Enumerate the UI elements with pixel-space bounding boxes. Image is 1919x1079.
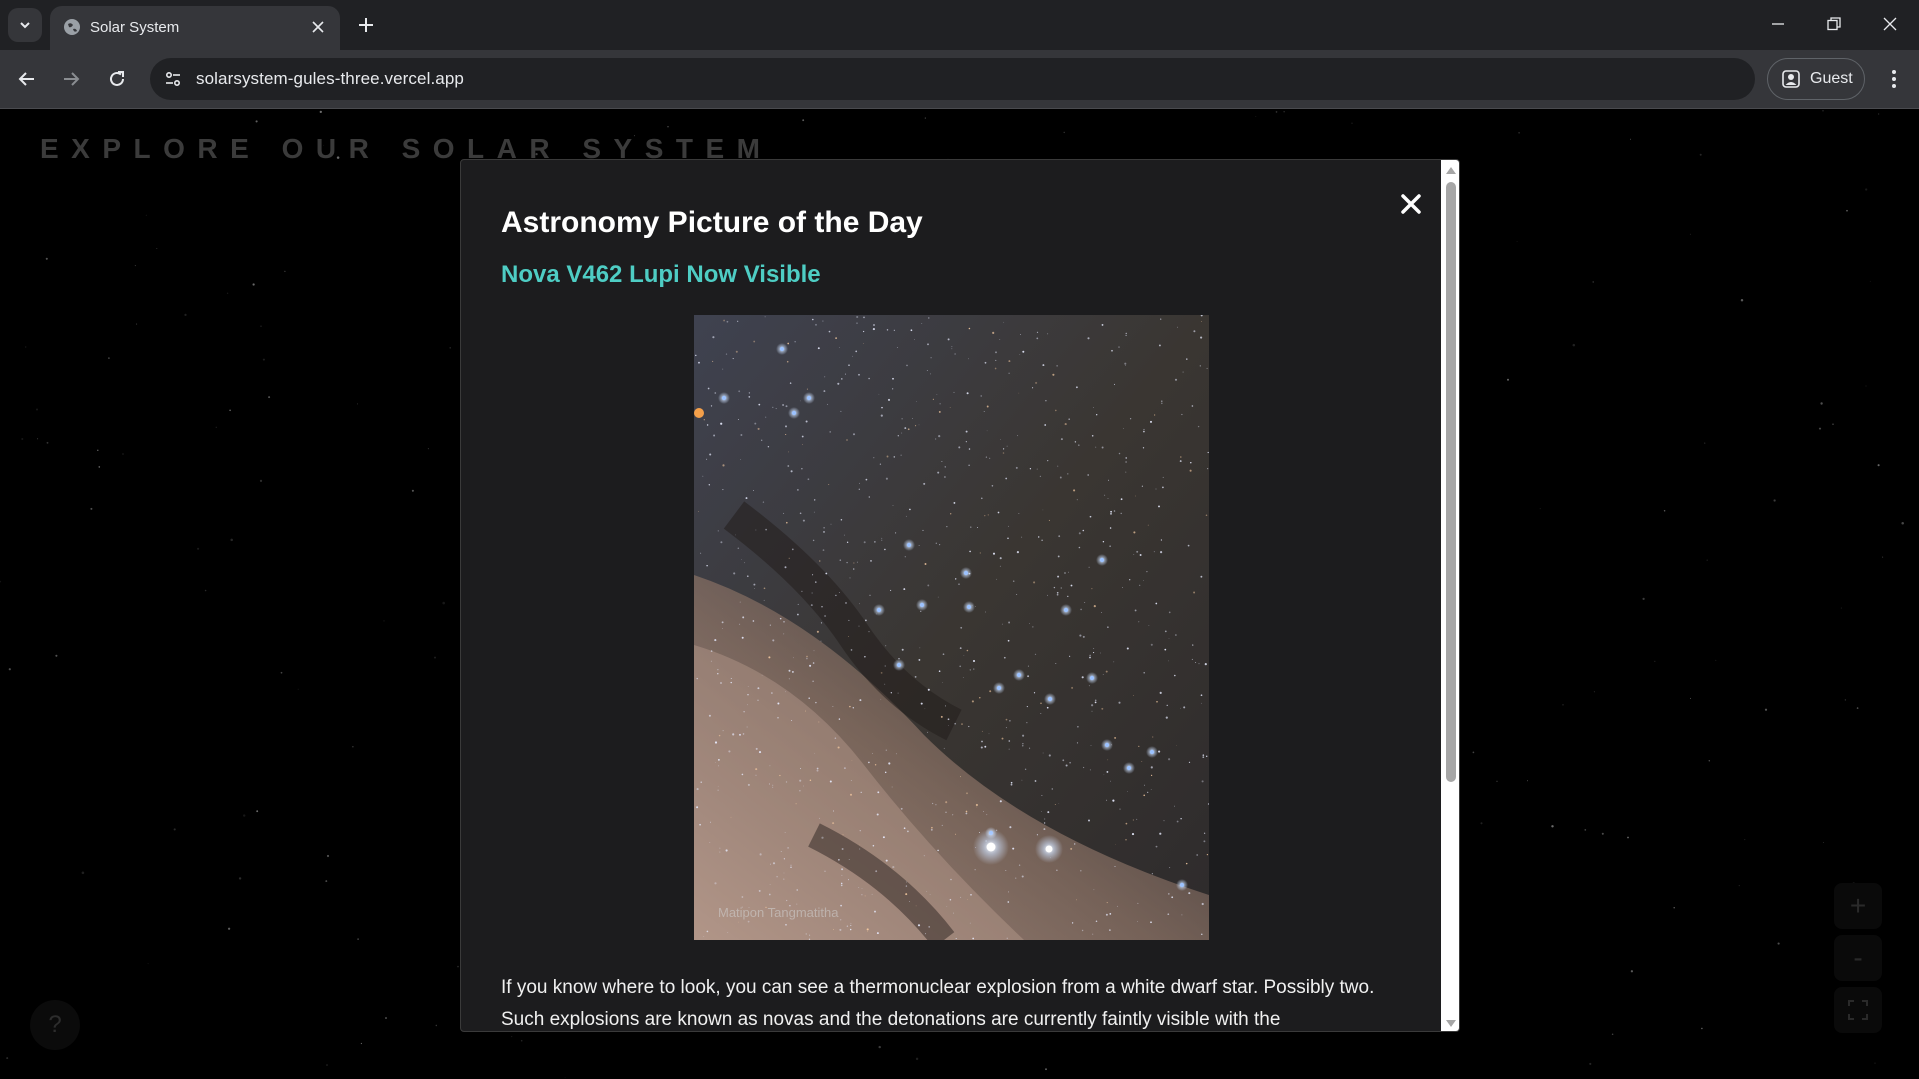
browser-toolbar: solarsystem-gules-three.vercel.app Guest <box>0 50 1919 108</box>
tab-close-button[interactable] <box>306 15 330 39</box>
site-info-button[interactable] <box>158 64 188 94</box>
apod-image: Matipon Tangmatitha <box>694 315 1209 940</box>
arrow-right-icon <box>64 72 80 86</box>
more-vert-icon <box>1892 70 1896 88</box>
browser-menu-button[interactable] <box>1878 62 1910 96</box>
triangle-up-icon <box>1446 167 1456 174</box>
tab-strip: Solar System <box>0 0 1919 50</box>
modal-close-button[interactable] <box>1393 186 1429 222</box>
back-button[interactable] <box>10 62 44 96</box>
url-text: solarsystem-gules-three.vercel.app <box>196 69 464 88</box>
close-icon <box>1401 194 1421 214</box>
help-button[interactable]: ? <box>30 1000 80 1050</box>
profile-label: Guest <box>1810 70 1853 87</box>
close-icon <box>1883 17 1897 31</box>
address-bar[interactable]: solarsystem-gules-three.vercel.app <box>150 58 1755 100</box>
triangle-down-icon <box>1446 1020 1456 1027</box>
new-tab-button[interactable] <box>352 11 380 39</box>
tab-title: Solar System <box>90 19 180 36</box>
tab-solar-system[interactable]: Solar System <box>50 6 340 50</box>
person-icon <box>1782 70 1800 88</box>
zoom-in-button[interactable]: + <box>1834 883 1882 929</box>
plus-icon <box>359 18 373 32</box>
apod-modal: Astronomy Picture of the Day Nova V462 L… <box>460 159 1460 1032</box>
minimize-button[interactable] <box>1750 0 1806 48</box>
profile-button[interactable]: Guest <box>1767 58 1865 100</box>
page-viewport: EXPLORE OUR SOLAR SYSTEM ? + - Astronomy… <box>0 109 1919 1079</box>
apod-title: Nova V462 Lupi Now Visible <box>501 261 821 288</box>
fullscreen-icon <box>1848 1000 1868 1020</box>
zoom-out-button[interactable]: - <box>1834 935 1882 981</box>
restore-icon <box>1827 17 1841 31</box>
scroll-thumb[interactable] <box>1446 182 1456 782</box>
forward-button[interactable] <box>54 62 88 96</box>
scroll-down-button[interactable] <box>1445 1017 1457 1031</box>
restore-button[interactable] <box>1806 0 1862 48</box>
arrow-left-icon <box>18 72 34 86</box>
modal-title: Astronomy Picture of the Day <box>501 206 923 239</box>
reload-icon <box>110 71 124 86</box>
modal-scrollbar[interactable] <box>1441 160 1459 1031</box>
milky-way-photo: Matipon Tangmatitha <box>694 315 1209 940</box>
apod-explanation: If you know where to look, you can see a… <box>501 977 1375 1030</box>
image-credit: Matipon Tangmatitha <box>718 905 839 920</box>
chevron-down-icon <box>20 22 30 29</box>
browser-chrome: Solar System solarsystem-gules-three.ver… <box>0 0 1919 109</box>
minimize-icon <box>1772 23 1784 25</box>
tune-icon <box>165 71 181 87</box>
fullscreen-button[interactable] <box>1834 987 1882 1033</box>
reload-button[interactable] <box>100 62 134 96</box>
close-icon <box>312 21 324 33</box>
tab-search-button[interactable] <box>8 8 42 42</box>
globe-icon <box>64 19 80 35</box>
window-close-button[interactable] <box>1862 0 1918 48</box>
scroll-up-button[interactable] <box>1445 163 1457 177</box>
